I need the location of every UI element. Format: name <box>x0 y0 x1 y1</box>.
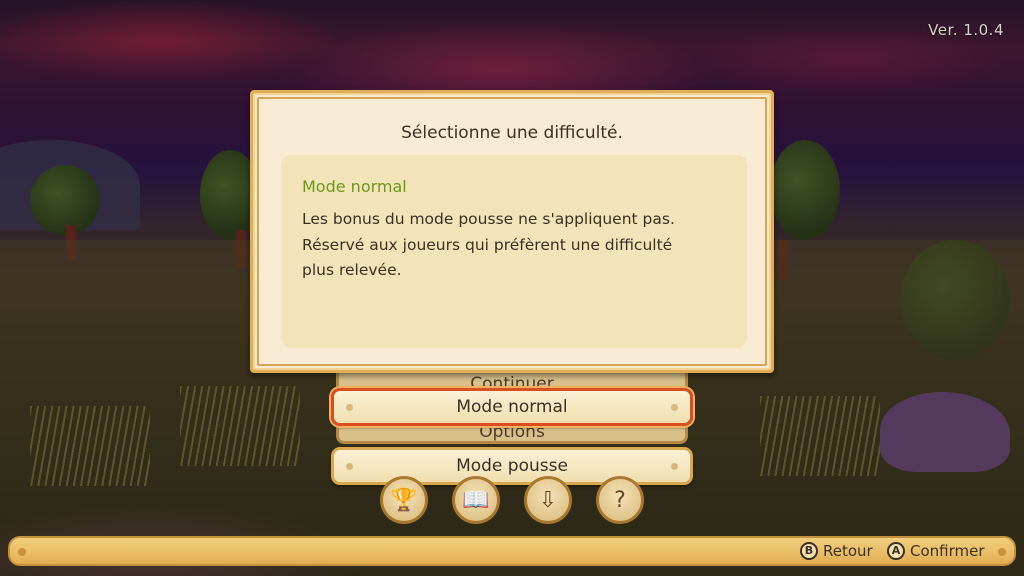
option-label: Mode normal <box>456 397 568 417</box>
back-hint[interactable]: B Retour <box>800 542 873 560</box>
back-label: Retour <box>823 542 873 560</box>
option-mode-normal[interactable]: Mode normal <box>331 388 693 426</box>
control-hints-bar: B Retour A Confirmer <box>8 536 1016 566</box>
decor-dot <box>346 463 353 470</box>
help-search-icon[interactable]: ? <box>596 476 644 524</box>
decor-dot <box>671 404 678 411</box>
mode-name: Mode normal <box>302 177 407 196</box>
book-icon[interactable]: 📖 <box>452 476 500 524</box>
decor-dot <box>671 463 678 470</box>
mode-description: Les bonus du mode pousse ne s'appliquent… <box>302 210 675 279</box>
difficulty-dialog: Sélectionne une difficulté. Mode normal … <box>250 90 774 373</box>
option-label: Mode pousse <box>456 456 568 476</box>
decor-dot <box>998 548 1006 556</box>
help-glyph: ? <box>614 487 626 513</box>
trophy-icon[interactable]: 🏆 <box>380 476 428 524</box>
download-glyph: ⇩ <box>538 487 558 513</box>
decor-dot <box>18 548 26 556</box>
confirm-label: Confirmer <box>910 542 985 560</box>
version-label: Ver. 1.0.4 <box>928 21 1004 39</box>
decor-dot <box>346 404 353 411</box>
confirm-hint[interactable]: A Confirmer <box>887 542 985 560</box>
a-button-icon: A <box>887 542 905 560</box>
trophy-glyph: 🏆 <box>390 487 418 513</box>
description-panel: Mode normal Les bonus du mode pousse ne … <box>281 155 747 348</box>
b-button-icon: B <box>800 542 818 560</box>
book-glyph: 📖 <box>462 487 490 513</box>
dialog-title: Sélectionne une difficulté. <box>401 123 623 143</box>
download-icon[interactable]: ⇩ <box>524 476 572 524</box>
option-mode-pousse[interactable]: Mode pousse <box>331 447 693 485</box>
game-screen: Ver. 1.0.4 Continuer Options Sélectionne… <box>0 0 1024 576</box>
